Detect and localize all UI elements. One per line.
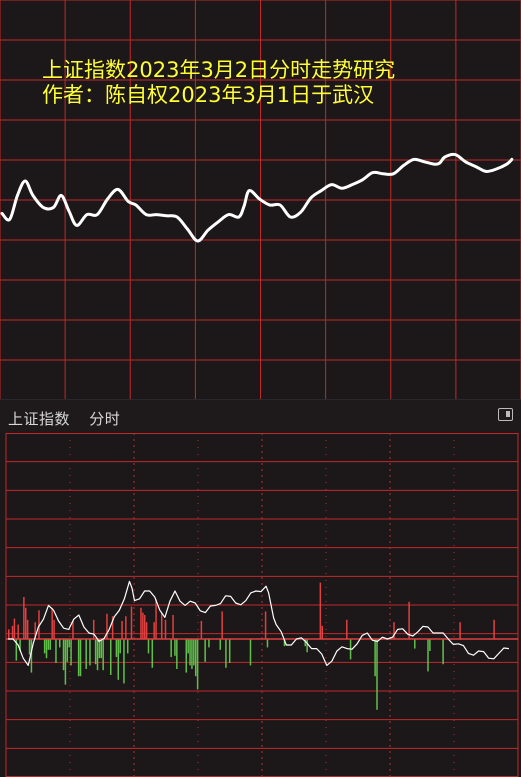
volume-bar: [23, 597, 25, 639]
volume-bar: [89, 639, 91, 666]
volume-bar: [109, 639, 112, 675]
volume-bar: [143, 615, 146, 639]
volume-bar: [142, 612, 144, 639]
volume-bar: [85, 639, 87, 669]
volume-bar: [196, 639, 199, 690]
volume-bar: [130, 606, 133, 639]
volume-bar: [55, 639, 57, 663]
volume-bar: [174, 639, 176, 656]
volume-bar: [194, 639, 197, 677]
top-intraday-line-chart: 上证指数2023年3月2日分时走势研究 作者：陈自权2023年3月1日于武汉: [0, 0, 521, 399]
volume-bar: [249, 639, 252, 666]
volume-bar: [185, 639, 188, 673]
volume-bar: [321, 625, 323, 639]
volume-bar: [115, 639, 118, 657]
chart-title-line1: 上证指数2023年3月2日分时走势研究: [42, 58, 395, 82]
volume-bar: [72, 621, 74, 639]
volume-bar: [219, 639, 222, 650]
chart-title-line2: 作者：陈自权2023年3月1日于武汉: [42, 83, 374, 107]
volume-bar: [51, 607, 53, 639]
volume-bar: [164, 619, 167, 639]
volume-bar: [123, 639, 125, 684]
volume-bar: [155, 599, 157, 639]
volume-bar: [17, 624, 19, 639]
volume-bar: [79, 639, 82, 677]
volume-bar: [151, 639, 154, 668]
volume-bar: [49, 639, 52, 650]
volume-bar: [77, 639, 80, 677]
volume-bar: [408, 601, 410, 639]
volume-bar: [225, 639, 227, 668]
volume-bar: [117, 639, 120, 680]
volume-bar: [193, 639, 195, 666]
panel-toggle-icon[interactable]: [498, 408, 513, 421]
volume-bar: [376, 639, 378, 710]
volume-bar: [200, 621, 203, 639]
volume-bar: [306, 639, 308, 653]
volume-bar: [172, 615, 174, 639]
volume-bar: [8, 629, 10, 639]
volume-bar: [414, 639, 416, 649]
volume-bar: [147, 639, 150, 654]
volume-bar: [26, 619, 29, 639]
volume-bar: [102, 639, 104, 671]
volume-bar: [125, 616, 127, 639]
volume-bar: [228, 639, 231, 663]
volume-bar: [493, 619, 495, 639]
period-label[interactable]: 分时: [89, 410, 120, 428]
volume-bar: [126, 639, 129, 654]
volume-bar: [459, 622, 461, 639]
volume-bar: [92, 619, 95, 639]
chart-panel-header: 上证指数 分时: [0, 399, 521, 433]
volume-bar: [62, 639, 65, 671]
volume-bar: [442, 639, 444, 665]
volume-bar: [208, 639, 210, 648]
volume-bar: [119, 639, 121, 654]
volume-bar: [264, 611, 267, 639]
volume-bar: [66, 639, 69, 662]
index-name-label: 上证指数: [8, 410, 71, 428]
volume-bar: [176, 639, 178, 669]
volume-bar: [160, 612, 163, 639]
volume-bar: [94, 639, 97, 665]
panel-title: 上证指数 分时: [8, 408, 134, 429]
volume-bar: [319, 582, 322, 639]
volume-bar: [47, 639, 50, 650]
volume-bar: [346, 619, 348, 639]
volume-bar: [45, 639, 48, 659]
volume-bar: [187, 639, 189, 654]
volume-bar: [13, 618, 16, 639]
volume-bar: [140, 607, 142, 639]
volume-bar: [204, 639, 206, 662]
volume-bar: [70, 639, 72, 666]
bottom-volume-chart: [0, 433, 521, 777]
volume-bar: [43, 639, 46, 654]
volume-bar: [11, 625, 14, 639]
volume-bar: [24, 607, 27, 639]
volume-bar: [145, 622, 148, 639]
volume-bar: [191, 639, 193, 669]
volume-bar: [429, 639, 431, 651]
volume-bar: [374, 639, 376, 677]
volume-bar: [28, 639, 31, 655]
volume-bar: [68, 639, 70, 648]
volume-bar: [221, 611, 223, 639]
volume-bar: [170, 639, 172, 657]
volume-bar: [121, 621, 123, 639]
volume-bar: [189, 639, 191, 666]
volume-bar: [266, 639, 269, 648]
volume-bar: [58, 639, 61, 648]
volume-bar: [427, 639, 429, 672]
volume-bar: [153, 622, 155, 639]
volume-bar: [96, 639, 99, 671]
volume-bar: [53, 619, 55, 639]
volume-bar: [100, 639, 103, 659]
volume-bar: [64, 639, 67, 685]
